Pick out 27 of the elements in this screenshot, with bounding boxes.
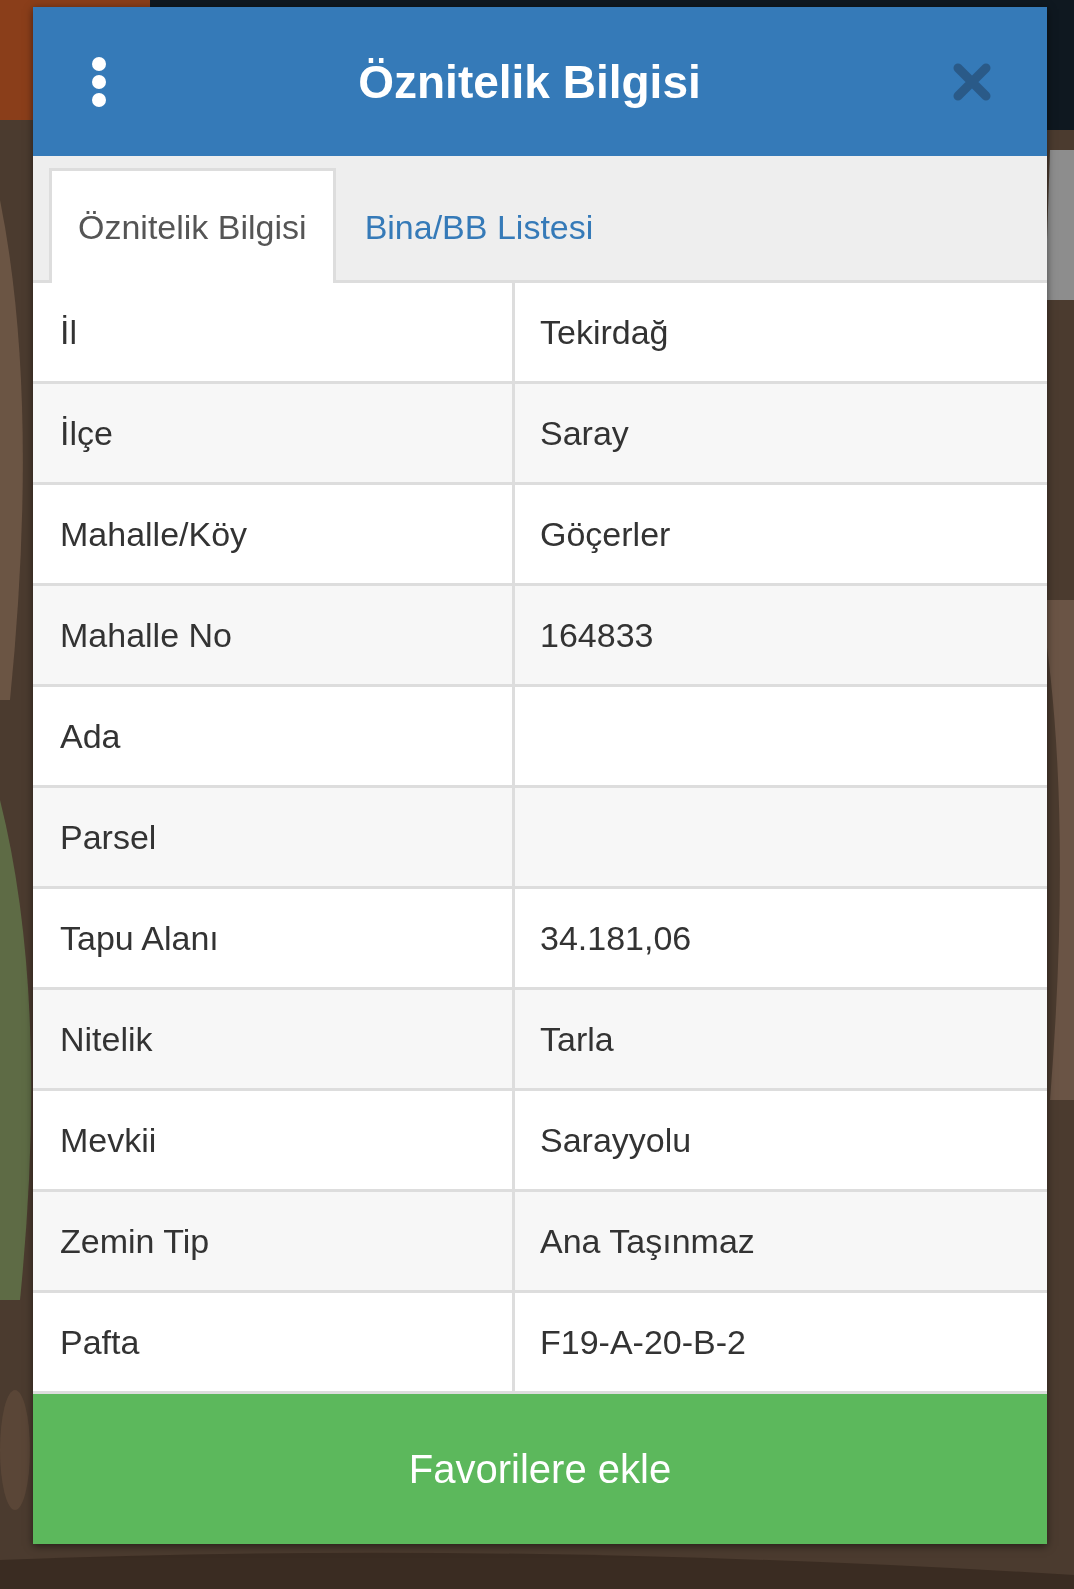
label-cell: Ada xyxy=(33,687,515,785)
value-cell-text: Tarla xyxy=(539,1018,615,1060)
value-cell-text: Göçerler xyxy=(539,513,672,555)
label-cell: İl xyxy=(33,283,515,381)
label-cell: Mahalle No xyxy=(33,586,515,684)
close-icon xyxy=(952,61,992,102)
label-cell: Parsel xyxy=(33,788,515,886)
label-cell: Mahalle/Köy xyxy=(33,485,515,583)
menu-button[interactable] xyxy=(91,55,107,108)
add-to-favorites-button[interactable]: Favorilere ekle xyxy=(33,1394,1047,1544)
label-cell: Tapu Alanı xyxy=(33,889,515,987)
value-cell-text: 34.181,06 xyxy=(539,917,693,959)
label-cell: Zemin Tip xyxy=(33,1192,515,1290)
label-cell: İlçe xyxy=(33,384,515,482)
label-cell: Nitelik xyxy=(33,990,515,1088)
value-cell-text: F19-A-20-B-2 xyxy=(539,1321,747,1363)
value-cell-text: Ana Taşınmaz xyxy=(539,1220,756,1262)
label-cell: Mevkii xyxy=(33,1091,515,1189)
tab[interactable]: Öznitelik Bilgisi xyxy=(49,168,336,283)
value-cell-text: Tekirdağ xyxy=(539,311,670,353)
dialog-title: Öznitelik Bilgisi xyxy=(358,54,701,109)
label-cell: Pafta xyxy=(33,1293,515,1391)
menu-icon xyxy=(91,55,107,108)
value-cell-text: Saray xyxy=(539,412,630,454)
tab[interactable]: Bina/BB Listesi xyxy=(335,168,623,283)
value-cell-text: Sarayyolu xyxy=(539,1119,693,1161)
value-cell-text: 164833 xyxy=(539,614,655,656)
